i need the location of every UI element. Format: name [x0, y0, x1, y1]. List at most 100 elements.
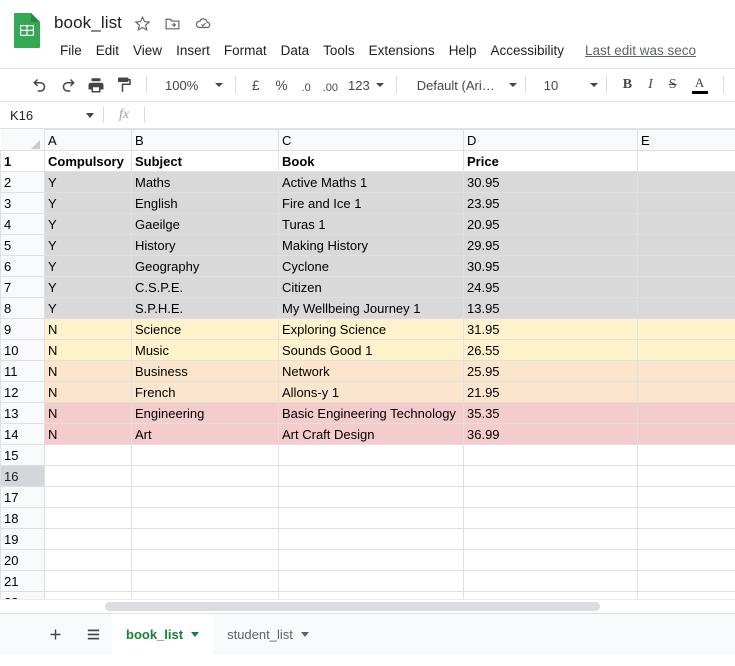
cell-B13[interactable]: Engineering: [131, 402, 279, 424]
cloud-saved-icon[interactable]: [194, 14, 212, 32]
row-header[interactable]: 7: [0, 276, 45, 298]
cell-C9[interactable]: Exploring Science: [278, 318, 464, 340]
cell-C4[interactable]: Turas 1: [278, 213, 464, 235]
cell-D7[interactable]: 24.95: [463, 276, 638, 298]
row-header[interactable]: 22: [0, 591, 45, 599]
cell-E6[interactable]: [637, 255, 735, 277]
menu-item-view[interactable]: View: [126, 41, 169, 60]
cell-D8[interactable]: 13.95: [463, 297, 638, 319]
all-sheets-menu-icon[interactable]: [74, 614, 112, 654]
cell-A7[interactable]: Y: [44, 276, 132, 298]
cell-B20[interactable]: [131, 549, 279, 571]
chevron-down-icon[interactable]: [191, 631, 200, 637]
cell-E8[interactable]: [637, 297, 735, 319]
row-header[interactable]: 1: [0, 150, 45, 172]
column-header-d[interactable]: D: [463, 129, 638, 151]
cell-E7[interactable]: [637, 276, 735, 298]
cell-A4[interactable]: Y: [44, 213, 132, 235]
menu-item-file[interactable]: File: [54, 41, 89, 60]
strikethrough-button[interactable]: S: [661, 72, 685, 98]
cell-E3[interactable]: [637, 192, 735, 214]
column-header-c[interactable]: C: [278, 129, 464, 151]
cell-D2[interactable]: 30.95: [463, 171, 638, 193]
cell-A8[interactable]: Y: [44, 297, 132, 319]
cell-E13[interactable]: [637, 402, 735, 424]
cell-E4[interactable]: [637, 213, 735, 235]
cell-A20[interactable]: [44, 549, 132, 571]
row-header[interactable]: 16: [0, 465, 45, 487]
cell-A9[interactable]: N: [44, 318, 132, 340]
formula-input[interactable]: [145, 102, 735, 129]
menu-item-data[interactable]: Data: [274, 41, 317, 60]
plus-icon[interactable]: [36, 614, 74, 654]
cell-A15[interactable]: [44, 444, 132, 466]
cell-E19[interactable]: [637, 528, 735, 550]
row-header[interactable]: 8: [0, 297, 45, 319]
cell-E1[interactable]: [637, 150, 735, 172]
cell-B12[interactable]: French: [131, 381, 279, 403]
cell-B3[interactable]: English: [131, 192, 279, 214]
cell-C3[interactable]: Fire and Ice 1: [278, 192, 464, 214]
cell-D4[interactable]: 20.95: [463, 213, 638, 235]
italic-button[interactable]: I: [640, 72, 661, 98]
cell-C13[interactable]: Basic Engineering Technology: [278, 402, 464, 424]
cell-B14[interactable]: Art: [131, 423, 279, 445]
decrease-decimal-button[interactable]: .0: [296, 72, 317, 98]
star-icon[interactable]: [134, 15, 151, 32]
menu-item-accessibility[interactable]: Accessibility: [483, 41, 571, 60]
cell-D10[interactable]: 26.55: [463, 339, 638, 361]
cell-A11[interactable]: N: [44, 360, 132, 382]
cell-C17[interactable]: [278, 486, 464, 508]
cell-D20[interactable]: [463, 549, 638, 571]
menu-item-format[interactable]: Format: [217, 41, 274, 60]
cell-B18[interactable]: [131, 507, 279, 529]
cell-C14[interactable]: Art Craft Design: [278, 423, 464, 445]
cell-E15[interactable]: [637, 444, 735, 466]
cell-C5[interactable]: Making History: [278, 234, 464, 256]
row-header[interactable]: 15: [0, 444, 45, 466]
select-all-corner[interactable]: [0, 129, 45, 151]
currency-format-button[interactable]: £: [244, 72, 268, 98]
undo-icon[interactable]: [26, 72, 54, 98]
cell-B16[interactable]: [131, 465, 279, 487]
row-header[interactable]: 5: [0, 234, 45, 256]
cell-D11[interactable]: 25.95: [463, 360, 638, 382]
redo-icon[interactable]: [54, 72, 82, 98]
print-icon[interactable]: [82, 72, 110, 98]
cell-B22[interactable]: [131, 591, 279, 599]
horizontal-scrollbar[interactable]: [0, 599, 735, 613]
cell-E10[interactable]: [637, 339, 735, 361]
cell-B17[interactable]: [131, 486, 279, 508]
cell-E9[interactable]: [637, 318, 735, 340]
menu-item-help[interactable]: Help: [442, 41, 484, 60]
cell-C1[interactable]: Book: [278, 150, 464, 172]
cell-B8[interactable]: S.P.H.E.: [131, 297, 279, 319]
row-header[interactable]: 3: [0, 192, 45, 214]
column-header-e[interactable]: E: [637, 129, 735, 151]
row-header[interactable]: 17: [0, 486, 45, 508]
cell-A1[interactable]: Compulsory: [44, 150, 132, 172]
cell-B11[interactable]: Business: [131, 360, 279, 382]
cell-E20[interactable]: [637, 549, 735, 571]
cell-D3[interactable]: 23.95: [463, 192, 638, 214]
row-header[interactable]: 9: [0, 318, 45, 340]
row-header[interactable]: 21: [0, 570, 45, 592]
cell-E2[interactable]: [637, 171, 735, 193]
zoom-control[interactable]: 100%: [155, 72, 227, 98]
cell-D9[interactable]: 31.95: [463, 318, 638, 340]
cell-E14[interactable]: [637, 423, 735, 445]
cell-B10[interactable]: Music: [131, 339, 279, 361]
cell-E11[interactable]: [637, 360, 735, 382]
sheet-tab-student-list[interactable]: student_list: [213, 614, 323, 654]
row-header[interactable]: 4: [0, 213, 45, 235]
cell-A17[interactable]: [44, 486, 132, 508]
cell-E17[interactable]: [637, 486, 735, 508]
cell-A21[interactable]: [44, 570, 132, 592]
cell-A10[interactable]: N: [44, 339, 132, 361]
cell-A22[interactable]: [44, 591, 132, 599]
spreadsheet-grid[interactable]: A B C D E 1 Compulsory Subject Book Price 2 Y M…: [0, 129, 735, 599]
last-edit-status[interactable]: Last edit was seco: [585, 43, 696, 58]
cell-C16[interactable]: [278, 465, 464, 487]
cell-C6[interactable]: Cyclone: [278, 255, 464, 277]
bold-button[interactable]: B: [615, 72, 640, 98]
